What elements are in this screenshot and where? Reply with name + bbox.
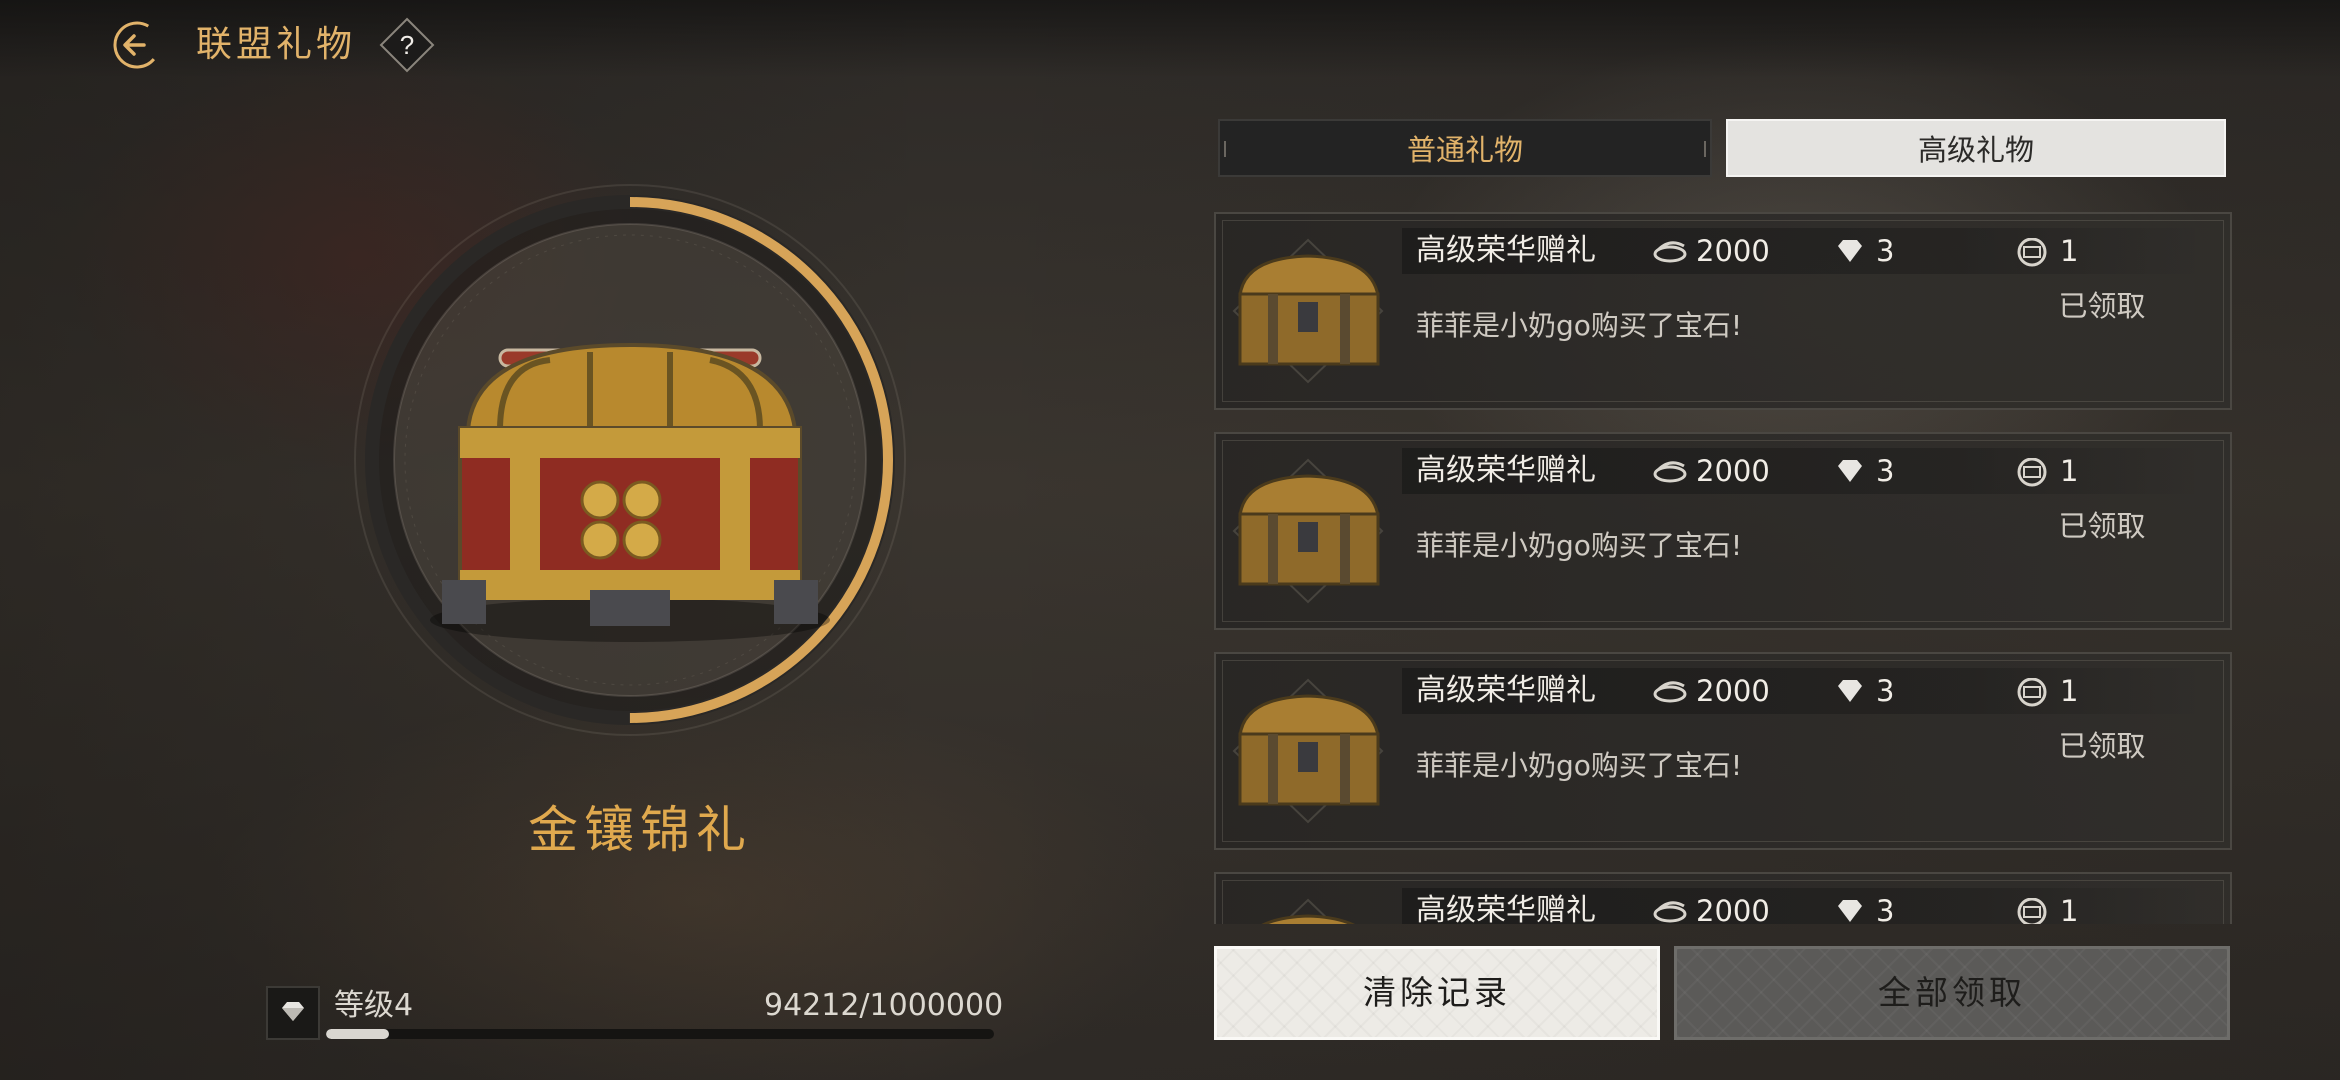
chest-icon <box>1232 678 1384 824</box>
gift-message: 菲菲是小奶go购买了宝石! <box>1416 749 1743 782</box>
coin-stack-icon <box>1653 681 1687 703</box>
gem-icon <box>1838 900 1862 922</box>
back-arrow-icon <box>113 21 161 69</box>
claim-all-button[interactable]: 全部领取 <box>1674 946 2230 1040</box>
claim-status: 已领取 <box>2058 289 2146 323</box>
chest-icon <box>1232 238 1384 384</box>
claim-status: 已领取 <box>2058 509 2146 543</box>
level-label: 等级4 <box>334 988 414 1023</box>
back-button[interactable] <box>110 18 164 72</box>
level-badge <box>266 986 320 1040</box>
ticket-icon <box>2017 898 2047 924</box>
help-icon: ? <box>379 17 435 73</box>
treasure-chest-icon <box>430 342 830 642</box>
gem-icon <box>1838 240 1862 262</box>
gem-icon <box>1838 680 1862 702</box>
chest-icon <box>1232 458 1384 604</box>
gem-icon <box>1838 460 1862 482</box>
claim-status: 已领取 <box>2058 729 2146 763</box>
coin-stack-icon <box>1653 461 1687 483</box>
clear-records-button[interactable]: 清除记录 <box>1214 946 1660 1040</box>
gift-row: 高级荣华赠礼 2000 3 1 菲菲是小奶go购买了宝石! 已领取 <box>1214 212 2232 410</box>
help-label: ? <box>400 30 414 60</box>
featured-gift-ring <box>350 180 910 740</box>
gift-title: 高级荣华赠礼 <box>1416 893 1596 924</box>
gift-message: 菲菲是小奶go购买了宝石! <box>1416 309 1743 342</box>
gift-row: 高级荣华赠礼 2000 3 1 <box>1214 872 2232 924</box>
gift-title: 高级荣华赠礼 <box>1416 453 1596 488</box>
level-progress-bar <box>326 1029 994 1039</box>
tab-premium-gifts[interactable]: 高级礼物 <box>1726 119 2226 177</box>
chest-icon <box>1261 898 1355 924</box>
gift-row: 高级荣华赠礼 2000 3 1 菲菲是小奶go购买了宝石! 已领取 <box>1214 652 2232 850</box>
ticket-icon <box>2017 238 2047 267</box>
gift-message: 菲菲是小奶go购买了宝石! <box>1416 529 1743 562</box>
diamond-icon <box>282 1002 304 1021</box>
gift-list[interactable]: 高级荣华赠礼 2000 3 1 菲菲是小奶go购买了宝石! 已领取 高级荣华赠礼… <box>1214 210 2232 924</box>
coin-stack-icon <box>1653 901 1687 923</box>
coin-stack-icon <box>1653 241 1687 263</box>
tab-normal-gifts[interactable]: 普通礼物 <box>1218 119 1712 177</box>
page-title: 联盟礼物 <box>196 24 357 65</box>
ticket-icon <box>2017 458 2047 487</box>
gift-title: 高级荣华赠礼 <box>1416 673 1596 708</box>
gift-row: 高级荣华赠礼 2000 3 1 菲菲是小奶go购买了宝石! 已领取 <box>1214 432 2232 630</box>
featured-gift-name: 金镶锦礼 <box>528 801 752 859</box>
level-progress-text: 94212/1000000 <box>764 988 1004 1023</box>
level-progress-fill <box>326 1029 389 1039</box>
gift-title: 高级荣华赠礼 <box>1416 233 1596 268</box>
help-button[interactable]: ? <box>378 16 436 74</box>
ticket-icon <box>2017 678 2047 707</box>
